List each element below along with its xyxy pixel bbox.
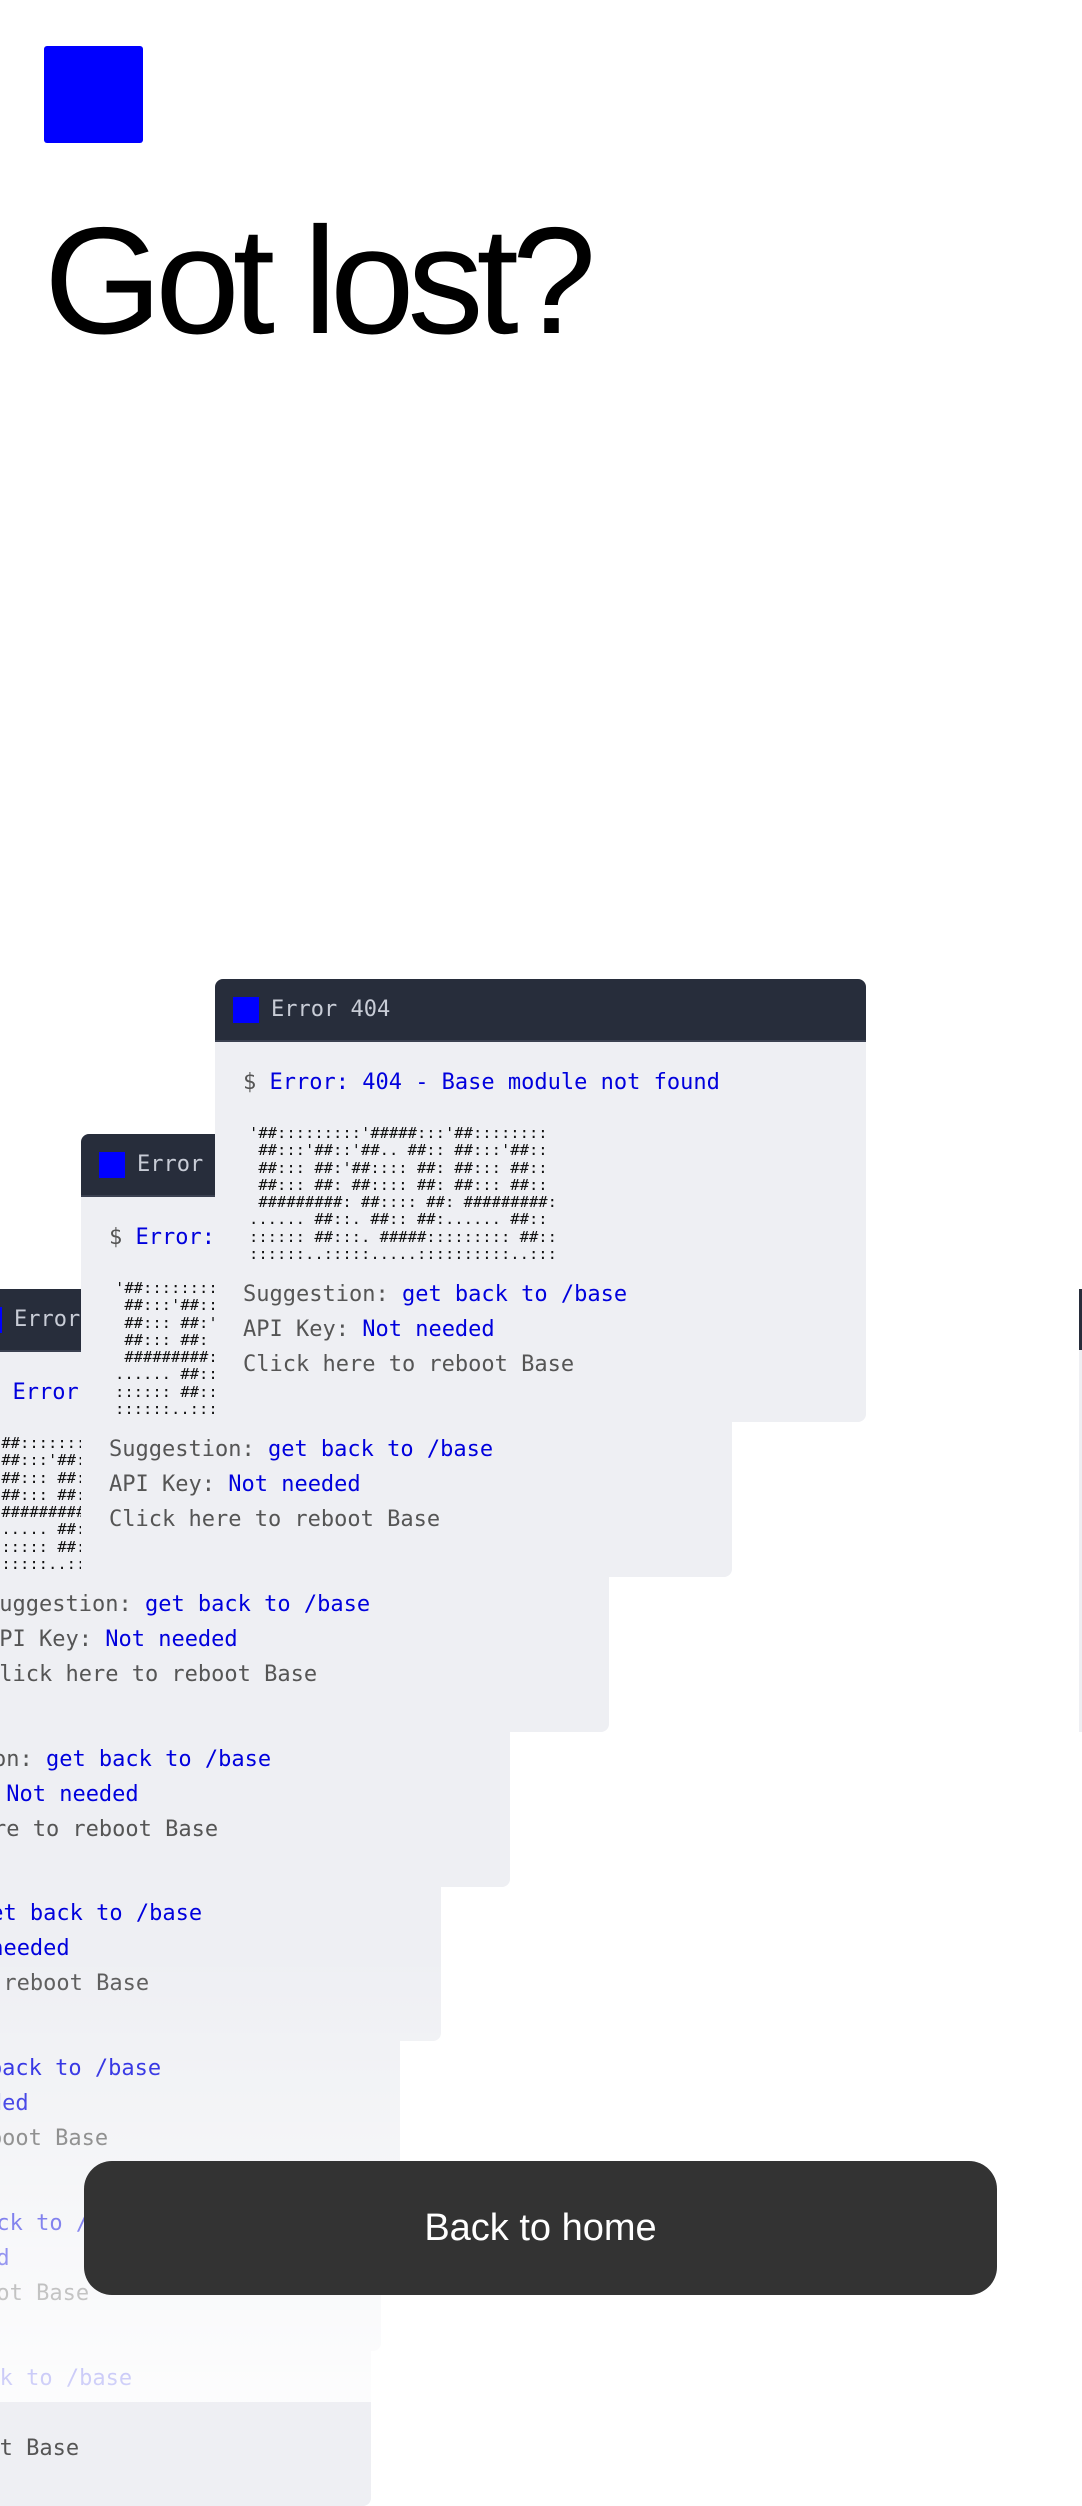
suggestion-link[interactable]: get back to /base (145, 1592, 370, 1617)
reboot-link[interactable]: Click here to reboot Base (0, 1812, 482, 1847)
api-key-value: Not needed (228, 1472, 361, 1498)
suggestion-line: Suggestion: get back to /base (109, 1432, 704, 1467)
suggestion-line: Suggestion: get back to /base (243, 1277, 838, 1312)
suggestion-line: Suggestion: get back to /base (0, 2361, 343, 2396)
api-key-value: Not needed (0, 2246, 10, 2272)
api-key-label: API Key: (109, 1472, 229, 1498)
card-header: Error 404 (215, 979, 866, 1042)
reboot-link[interactable]: Click here to reboot Base (243, 1347, 838, 1382)
api-key-line: API Key: Not needed (0, 2086, 372, 2121)
error-message: Error: 404 - Base module not found (269, 1070, 720, 1095)
command-line: $ Error: 404 - Base module not found (243, 1070, 838, 1095)
api-key-value: Not needed (362, 1317, 495, 1343)
api-key-line: API Key: Not needed (0, 1777, 482, 1812)
page-title: Got lost? (44, 196, 596, 366)
api-key-label: API Key: (243, 1317, 363, 1343)
api-key-value: Not needed (6, 1782, 139, 1808)
reboot-link[interactable]: Click here to reboot Base (109, 1502, 704, 1537)
api-key-label: API Key: (0, 1627, 92, 1653)
suggestion-line: Suggestion: get back to /base (0, 1587, 581, 1622)
prompt: $ (243, 1070, 270, 1095)
reboot-link[interactable]: Click here to reboot Base (0, 1966, 413, 2001)
logo (44, 46, 143, 143)
suggestion-link[interactable]: get back to /base (268, 1437, 493, 1462)
api-key-line: API Key: Not needed (0, 1931, 413, 1966)
suggestion-line: Suggestion: get back to /base (0, 1896, 413, 1931)
suggestion-label: Suggestion: (0, 1747, 33, 1773)
square-icon (233, 996, 259, 1023)
suggestion-label: Suggestion: (0, 1592, 145, 1618)
suggestion-link[interactable]: get back to /base (0, 1901, 202, 1926)
square-icon (99, 1151, 125, 1178)
suggestion-link[interactable]: get back to /base (0, 2366, 132, 2391)
suggestion-line: Suggestion: get back to /base (0, 2051, 372, 2086)
api-key-value: Not needed (105, 1627, 238, 1653)
api-key-value: Not needed (0, 2091, 29, 2117)
prompt: $ (109, 1225, 136, 1250)
back-to-home-button[interactable]: Back to home (84, 2161, 997, 2295)
suggestion-line: Suggestion: get back to /base (0, 1742, 482, 1777)
api-key-line: API Key: Not needed (0, 1622, 581, 1657)
reboot-link[interactable]: Click here to reboot Base (0, 1657, 581, 1692)
api-key-line: API Key: Not needed (109, 1467, 704, 1502)
suggestion-label: Suggestion: (109, 1437, 268, 1463)
prompt: $ (0, 1380, 13, 1405)
suggestion-label: Suggestion: (243, 1282, 402, 1308)
square-icon (0, 1306, 2, 1333)
suggestion-link[interactable]: get back to /base (46, 1747, 271, 1772)
suggestion-link[interactable]: get back to /base (0, 2056, 161, 2081)
reboot-link[interactable]: Click here to reboot Base (0, 2431, 343, 2466)
card-title: Error 404 (271, 997, 391, 1022)
reboot-link[interactable]: Click here to reboot Base (0, 2121, 372, 2156)
api-key-line: API Key: Not needed (243, 1312, 838, 1347)
error-card[interactable]: Error 404 $ Error: 404 - Base module not… (215, 979, 866, 1422)
suggestion-link[interactable]: get back to /base (402, 1282, 627, 1307)
api-key-value: Not needed (0, 1936, 70, 1962)
ascii-404-art: '##:::::::::'#####:::'##:::::::: ##:::'#… (249, 1124, 557, 1264)
